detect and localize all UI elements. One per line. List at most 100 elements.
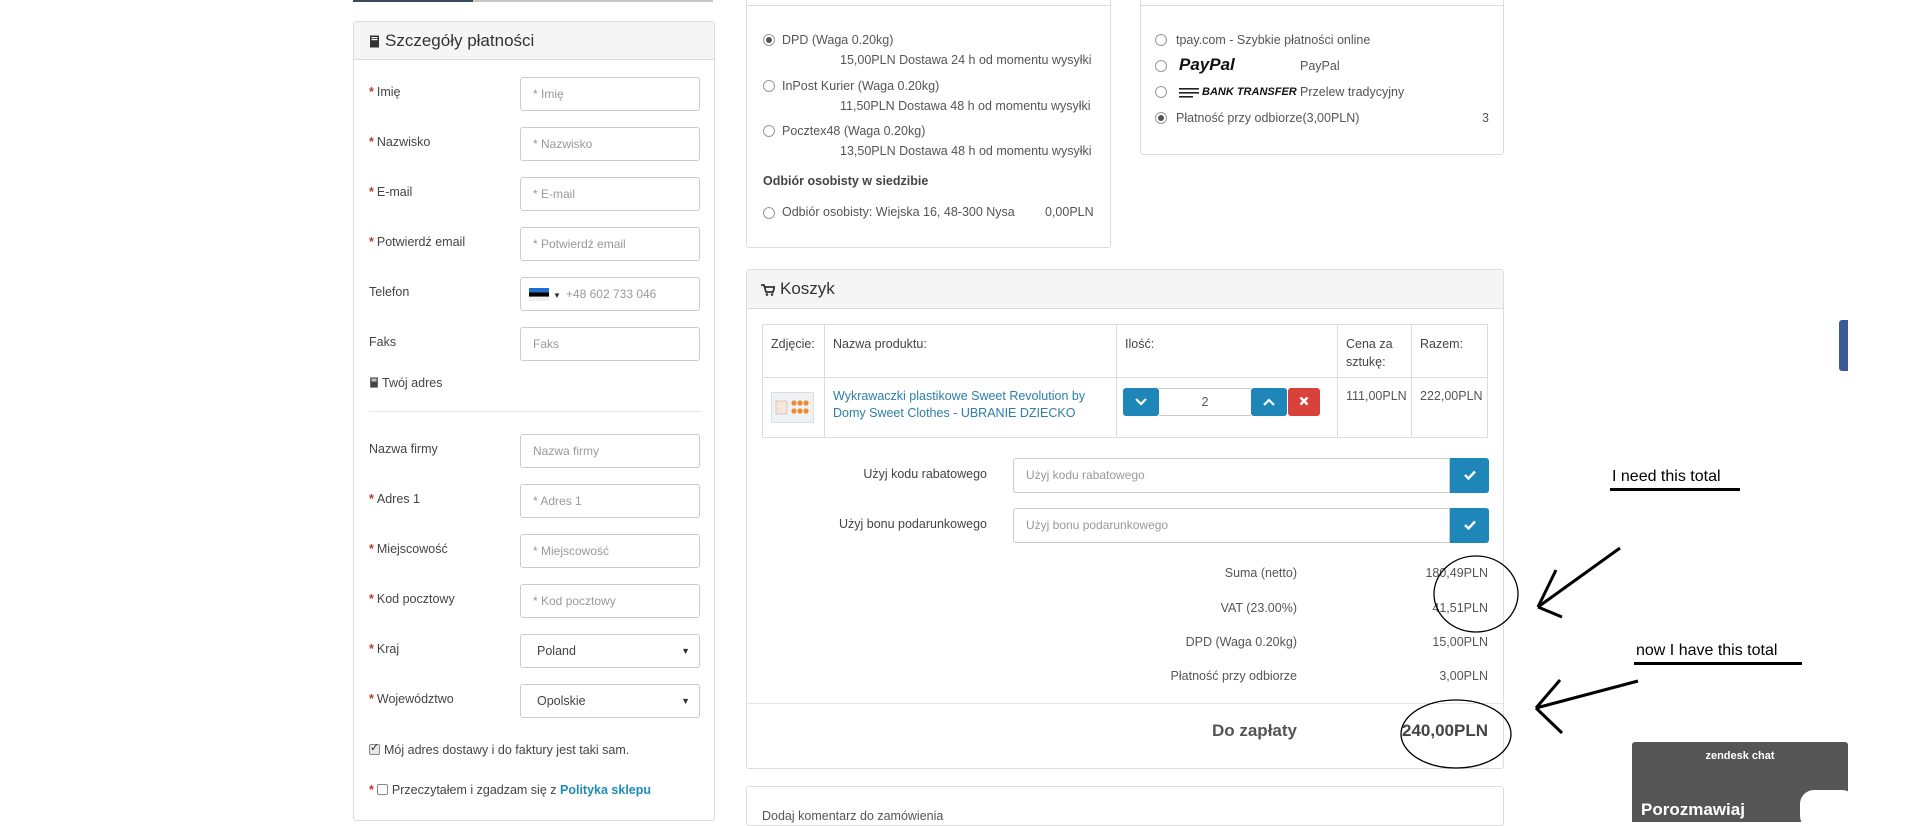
payment-radio-paypal[interactable] bbox=[1155, 60, 1167, 72]
check-icon bbox=[1463, 470, 1476, 481]
shipping-option-detail: 13,50PLN Dostawa 48 h od momentu wysyłki bbox=[840, 144, 1092, 158]
region-select[interactable]: Opolskie ▼ bbox=[520, 684, 700, 718]
phone-input[interactable]: ▼ +48 602 733 046 bbox=[520, 277, 700, 311]
apply-voucher-button[interactable] bbox=[1450, 508, 1489, 543]
payment-option-name: Przelew tradycyjny bbox=[1300, 85, 1405, 99]
address1-input[interactable]: * Adres 1 bbox=[520, 484, 700, 518]
qty-input[interactable]: 2 bbox=[1159, 388, 1251, 416]
line-total: 222,00PLN bbox=[1420, 389, 1483, 403]
country-label: * Kraj bbox=[369, 642, 400, 656]
shipping-panel: DPD (Waga 0.20kg) 15,00PLN Dostawa 24 h … bbox=[746, 0, 1111, 248]
shipping-option-name: InPost Kurier (Waga 0.20kg) bbox=[782, 79, 940, 93]
annotation-need-total: I need this total bbox=[1612, 468, 1721, 485]
column-header-unit-price: Cena za sztukę: bbox=[1346, 337, 1393, 369]
close-icon bbox=[1299, 396, 1309, 406]
shipping-option-detail: 15,00PLN Dostawa 24 h od momentu wysyłki bbox=[840, 53, 1092, 67]
billing-details-header: Szczegóły płatności bbox=[354, 22, 714, 60]
payment-option-name: tpay.com - Szybkie płatności online bbox=[1176, 33, 1371, 47]
summary-label: Suma (netto) bbox=[1224, 566, 1297, 580]
grand-total-label: Do zapłaty bbox=[1211, 721, 1297, 740]
column-header-total: Razem: bbox=[1420, 337, 1464, 351]
annotation-arrow-need bbox=[1537, 546, 1621, 609]
pickup-option-name: Odbiór osobisty: Wiejska 16, 48-300 Nysa bbox=[782, 205, 1015, 219]
terms-row: * Przeczytałem i zgadzam się z Polityka s… bbox=[369, 783, 652, 797]
qty-decrease-button[interactable] bbox=[1123, 388, 1159, 416]
terms-link[interactable]: Polityka sklepu bbox=[560, 783, 651, 797]
remove-item-button[interactable] bbox=[1288, 388, 1320, 416]
payment-option-name: Płatność przy odbiorze(3,00PLN) bbox=[1176, 111, 1360, 125]
billing-details-panel: Szczegóły płatności * Imię * Imię * Nazwis… bbox=[353, 21, 715, 821]
column-header-name: Nazwa produktu: bbox=[833, 337, 927, 351]
postcode-input[interactable]: * Kod pocztowy bbox=[520, 584, 700, 618]
shipping-radio-pocztex[interactable] bbox=[763, 125, 775, 137]
shipping-option-name: DPD (Waga 0.20kg) bbox=[782, 33, 894, 47]
table-divider bbox=[1411, 325, 1412, 437]
voucher-label: Użyj bonu podarunkowego bbox=[838, 517, 987, 531]
email-label: * E-mail bbox=[369, 185, 413, 199]
payment-option-extra: 3 bbox=[1482, 111, 1489, 125]
discount-code-input[interactable]: Użyj kodu rabatowego bbox=[1013, 458, 1450, 493]
shipping-option-detail: 11,50PLN Dostawa 48 h od momentu wysyłki bbox=[840, 99, 1091, 113]
caret-down-icon: ▼ bbox=[681, 696, 690, 706]
terms-checkbox[interactable] bbox=[376, 784, 388, 795]
paypal-logo: PayPal bbox=[1179, 55, 1235, 74]
chat-bubble-icon bbox=[1800, 790, 1848, 822]
chevron-down-icon[interactable]: ▼ bbox=[553, 291, 561, 300]
bank-transfer-logo: BANK TRANSFER bbox=[1202, 86, 1297, 98]
cart-table: Zdjęcie: Nazwa produktu: Ilość: Cena za … bbox=[762, 324, 1488, 438]
summary-label: Płatność przy odbiorze bbox=[1170, 669, 1297, 683]
same-address-row[interactable]: Mój adres dostawy i do faktury jest taki… bbox=[369, 741, 630, 757]
estonia-flag-icon[interactable] bbox=[529, 288, 549, 302]
last-name-input[interactable]: * Nazwisko bbox=[520, 127, 700, 161]
annotation-underline bbox=[1610, 488, 1740, 491]
city-label: * Miejscowość bbox=[369, 542, 448, 556]
shipping-radio-dpd[interactable] bbox=[763, 34, 775, 46]
cart-icon bbox=[761, 284, 775, 296]
pickup-heading: Odbiór osobisty w siedzibie bbox=[763, 174, 929, 188]
side-social-tab[interactable] bbox=[1839, 320, 1848, 371]
column-header-photo: Zdjęcie: bbox=[771, 337, 815, 351]
cart-header: Koszyk bbox=[747, 270, 1503, 309]
email-input[interactable]: * E-mail bbox=[520, 177, 700, 211]
shipping-radio-inpost[interactable] bbox=[763, 80, 775, 92]
section-divider bbox=[369, 411, 701, 412]
column-header-qty: Ilość: bbox=[1125, 337, 1155, 351]
product-thumbnail[interactable] bbox=[771, 392, 814, 423]
book-icon bbox=[370, 377, 378, 388]
voucher-input[interactable]: Użyj bonu podarunkowego bbox=[1013, 508, 1450, 543]
same-address-label: Mój adres dostawy i do faktury jest taki… bbox=[384, 743, 630, 757]
product-name-link[interactable]: Wykrawaczki plastikowe Sweet Revolution … bbox=[833, 388, 1103, 422]
confirm-email-label: * Potwierdź email bbox=[369, 235, 466, 249]
address-heading: Twój adres bbox=[369, 376, 442, 390]
confirm-email-input[interactable]: * Potwierdź email bbox=[520, 227, 700, 261]
panel-border bbox=[747, 5, 1110, 6]
fax-input[interactable]: Faks bbox=[520, 327, 700, 361]
payment-radio-transfer[interactable] bbox=[1155, 86, 1167, 98]
address1-label: * Adres 1 bbox=[369, 492, 420, 506]
pickup-option-price: 0,00PLN bbox=[1045, 205, 1094, 219]
zendesk-chat-widget[interactable]: zendesk chat Porozmawiaj bbox=[1632, 742, 1848, 822]
panel-border bbox=[1141, 5, 1503, 6]
company-input[interactable]: Nazwa firmy bbox=[520, 434, 700, 468]
bank-transfer-lines-icon bbox=[1179, 88, 1199, 98]
active-tab-indicator bbox=[353, 0, 473, 2]
unit-price: 111,00PLN bbox=[1346, 389, 1407, 403]
same-address-checkbox[interactable] bbox=[369, 741, 380, 755]
payment-radio-tpay[interactable] bbox=[1155, 34, 1167, 46]
shipping-option-name: Pocztex48 (Waga 0.20kg) bbox=[782, 124, 926, 138]
payment-radio-cod[interactable] bbox=[1155, 112, 1167, 124]
country-select[interactable]: Poland ▼ bbox=[520, 634, 700, 668]
table-divider bbox=[1337, 325, 1338, 437]
apply-discount-button[interactable] bbox=[1450, 458, 1489, 493]
first-name-input[interactable]: * Imię bbox=[520, 77, 700, 111]
qty-increase-button[interactable] bbox=[1251, 388, 1287, 416]
comment-panel: Dodaj komentarz do zamówienia bbox=[746, 786, 1504, 826]
region-label: * Województwo bbox=[369, 692, 454, 706]
postcode-label: * Kod pocztowy bbox=[369, 592, 455, 606]
company-label: Nazwa firmy bbox=[369, 442, 438, 456]
shipping-radio-pickup[interactable] bbox=[763, 207, 775, 219]
city-input[interactable]: * Miejscowość bbox=[520, 534, 700, 568]
annotation-circle-net bbox=[1433, 555, 1519, 633]
zendesk-message: Porozmawiaj bbox=[1641, 800, 1745, 819]
annotation-have-total: now I have this total bbox=[1636, 642, 1778, 659]
